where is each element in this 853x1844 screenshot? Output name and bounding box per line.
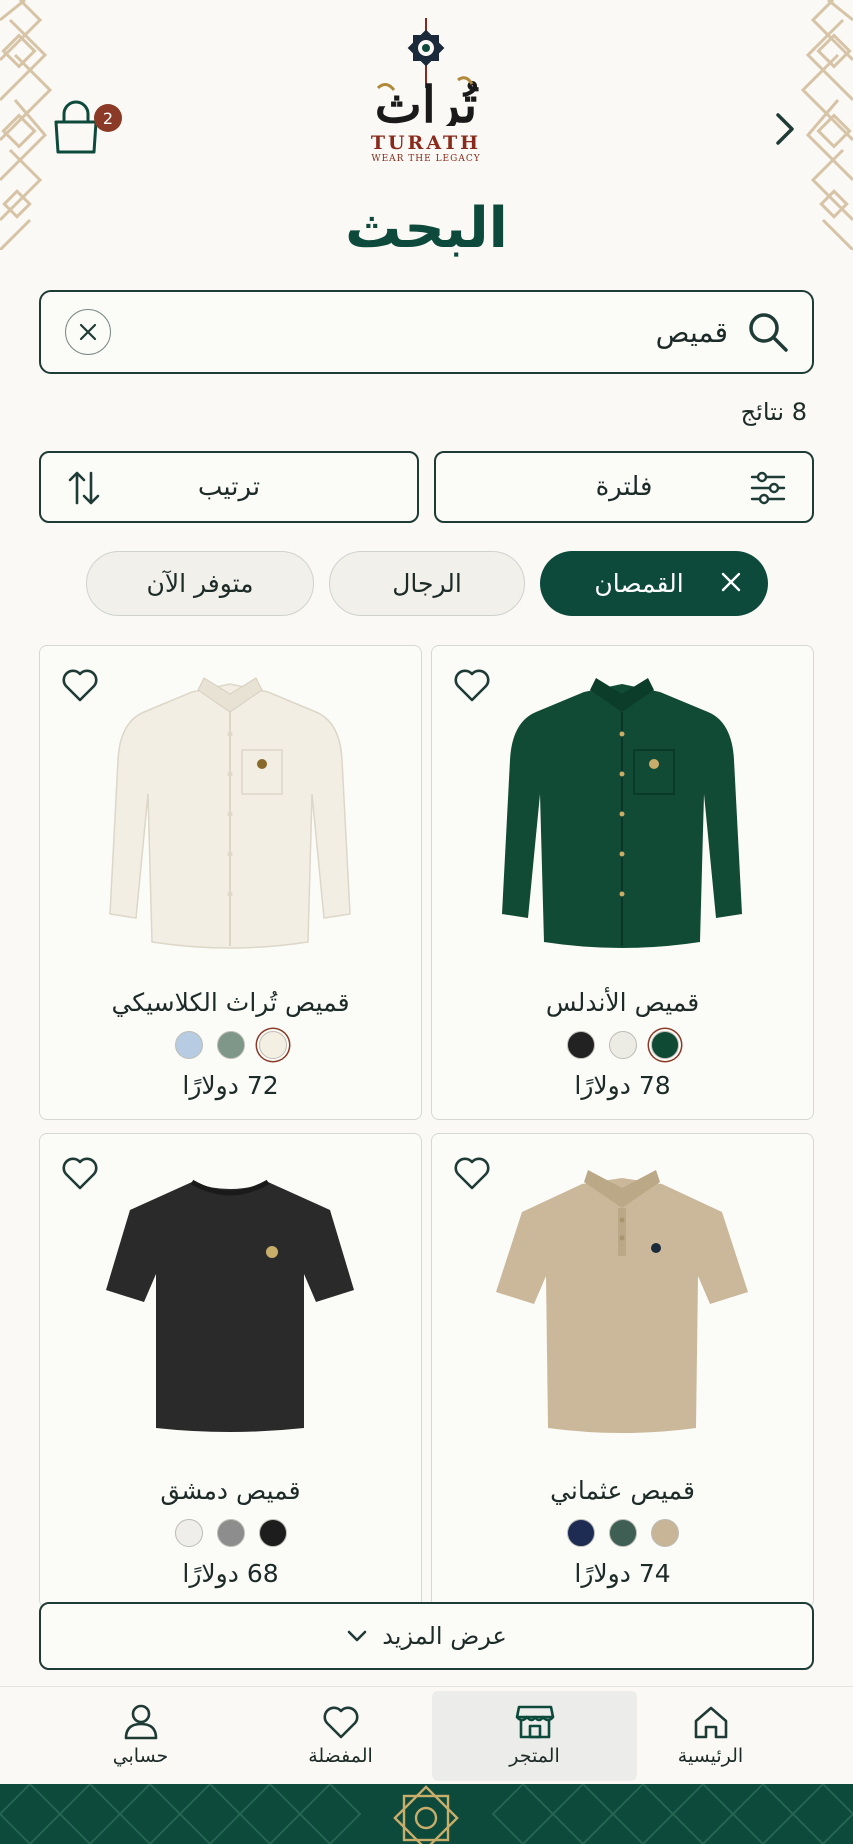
product-image [109,677,351,949]
show-more-label: عرض المزيد [382,1622,507,1650]
product-name: قميص الأندلس [545,988,700,1017]
cart-count-badge: 2 [94,104,122,132]
decorative-footer-pattern [0,1784,853,1844]
chip-label: الرجال [392,569,462,598]
product-name: قميص عثماني [550,1476,695,1505]
color-swatch[interactable] [566,1519,595,1547]
nav-label: المفضلة [308,1745,373,1767]
nav-item-favorites[interactable]: المفضلة [238,1691,443,1781]
color-swatch[interactable] [174,1519,203,1547]
back-button[interactable] [767,106,803,152]
product-name: قميص تُراث الكلاسيكي [111,988,350,1017]
product-image [502,678,742,948]
filter-button[interactable]: فلترة [434,451,814,523]
close-icon [79,323,97,341]
search-page: تُراث TURATH WEAR THE LEGACY 2 البحث 8 ن… [0,0,853,1844]
filter-label: فلترة [595,472,653,502]
brand-logo[interactable]: تُراث TURATH WEAR THE LEGACY [356,18,496,170]
nav-item-home[interactable]: الرئيسية [608,1691,813,1781]
chevron-down-icon [347,1630,367,1642]
bottom-navigation: الرئيسية المتجر المفضلة حسابي [0,1686,853,1784]
chip-available-now[interactable]: متوفر الآن [86,551,314,616]
heart-icon[interactable] [452,1154,492,1192]
chip-men[interactable]: الرجال [329,551,525,616]
product-price: 68 دولارًا [182,1559,279,1588]
nav-label: حسابي [112,1745,169,1767]
color-swatches [432,1519,813,1547]
nav-item-store[interactable]: المتجر [432,1691,637,1781]
color-swatch[interactable] [258,1519,287,1547]
logo-emblem-icon: تُراث [375,18,479,135]
sort-label: ترتيب [197,472,261,502]
color-swatches [432,1031,813,1059]
color-swatch[interactable] [174,1031,203,1059]
chevron-right-icon [776,113,794,145]
color-swatches [40,1519,421,1547]
product-name: قميص دمشق [160,1476,301,1505]
clear-search-button[interactable] [65,309,111,355]
product-image [496,1170,748,1433]
page-title: البحث [345,196,508,261]
nav-label: الرئيسية [677,1745,744,1767]
sort-button[interactable]: ترتيب [39,451,419,523]
product-card[interactable]: قميص الأندلس 78 دولارًا [431,645,814,1120]
product-card[interactable]: قميص عثماني 74 دولارًا [431,1133,814,1608]
search-input[interactable] [111,315,728,349]
product-image [106,1179,354,1432]
product-price: 72 دولارًا [182,1071,279,1100]
nav-item-account[interactable]: حسابي [38,1691,243,1781]
chip-shirts[interactable]: القمصان [540,551,768,616]
brand-tagline: WEAR THE LEGACY [371,154,481,164]
heart-icon[interactable] [60,666,100,704]
search-bar [39,290,814,374]
color-swatch[interactable] [216,1519,245,1547]
shopping-bag-icon [54,100,98,154]
nav-label: المتجر [509,1745,560,1767]
color-swatch[interactable] [216,1031,245,1059]
brand-name: TURATH [370,132,482,154]
product-price: 78 دولارًا [574,1071,671,1100]
product-price: 74 دولارًا [574,1559,671,1588]
color-swatch[interactable] [608,1519,637,1547]
home-icon [694,1706,727,1739]
heart-icon[interactable] [452,666,492,704]
user-icon [124,1704,157,1740]
cart-button[interactable]: 2 [50,94,122,160]
heart-icon[interactable] [60,1154,100,1192]
product-card[interactable]: قميص دمشق 68 دولارًا [39,1133,422,1608]
chip-label: القمصان [594,569,684,598]
remove-chip-icon[interactable] [720,571,742,593]
search-icon [749,313,788,352]
heart-icon [323,1706,358,1739]
color-swatch[interactable] [258,1031,287,1059]
logo-calligraphy: تُراث [375,75,479,126]
color-swatch[interactable] [650,1519,679,1547]
color-swatch[interactable] [650,1031,679,1059]
color-swatch[interactable] [566,1031,595,1059]
color-swatches [40,1031,421,1059]
color-swatch[interactable] [608,1031,637,1059]
results-count: 8 نتائج [740,398,807,426]
store-icon [515,1705,554,1739]
show-more-button[interactable]: عرض المزيد [39,1602,814,1670]
chip-label: متوفر الآن [146,569,254,598]
product-card[interactable]: قميص تُراث الكلاسيكي 72 دولارًا [39,645,422,1120]
